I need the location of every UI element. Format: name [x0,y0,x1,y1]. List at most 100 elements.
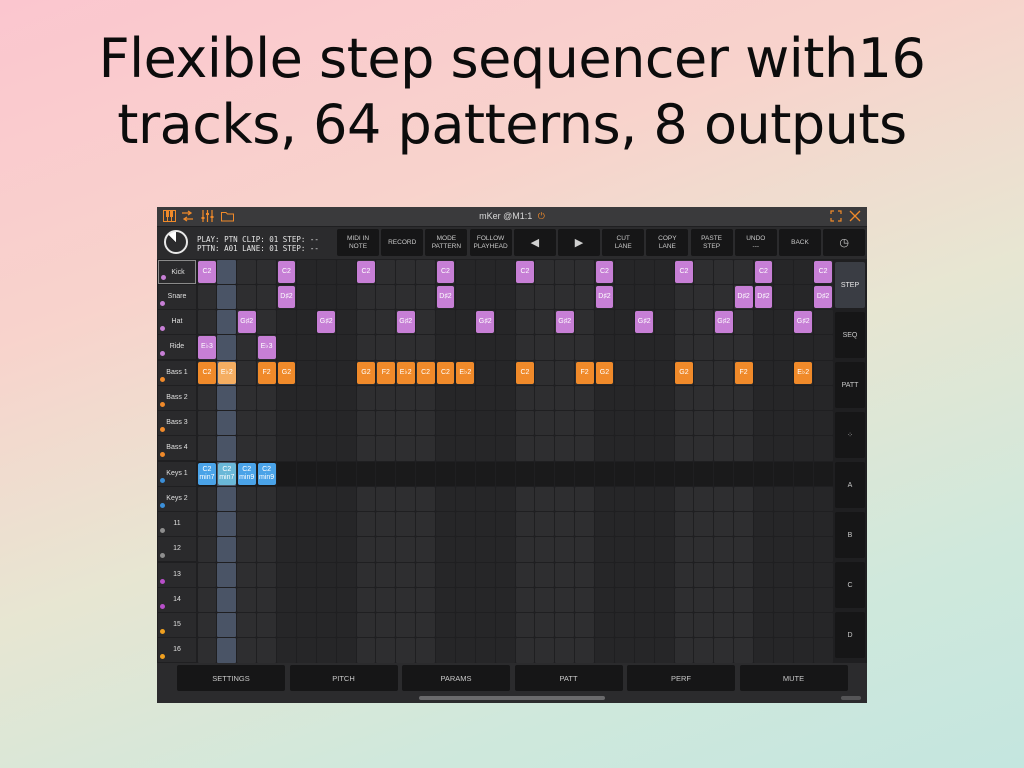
step-cell[interactable] [356,537,376,562]
step-cell[interactable] [436,512,455,537]
step-cell[interactable] [634,512,654,537]
step-cell[interactable] [734,537,753,562]
step-cell[interactable] [376,537,396,562]
note-block[interactable]: G2 [595,361,614,384]
step-cell[interactable] [376,461,396,486]
note-block[interactable]: D♯2 [436,285,455,308]
step-cell[interactable] [535,613,555,638]
step-cell[interactable] [694,284,714,309]
step-cell[interactable] [217,310,237,335]
note-block[interactable]: C2 min7 [198,462,216,485]
step-cell[interactable] [296,562,316,587]
step-cell[interactable] [217,613,237,638]
step-cell[interactable] [714,360,734,385]
note-block[interactable]: E♭2 [794,361,813,384]
step-cell[interactable] [475,613,495,638]
note-block[interactable]: C2 [198,361,216,384]
step-cell[interactable] [455,411,475,436]
track-header[interactable]: Snare [158,284,196,309]
step-cell[interactable] [535,284,555,309]
step-cell[interactable] [654,335,674,360]
step-cell[interactable] [694,537,714,562]
step-cell[interactable] [436,587,455,612]
step-cell[interactable] [197,613,217,638]
step-cell[interactable] [595,461,614,486]
note-block[interactable]: E♭2 [217,361,236,384]
step-cell[interactable] [773,259,793,284]
step-cell[interactable] [257,613,276,638]
step-cell[interactable] [614,360,634,385]
step-cell[interactable] [376,512,396,537]
step-cell[interactable] [237,436,257,461]
step-cell[interactable] [793,259,813,284]
step-cell[interactable] [376,335,396,360]
step-cell[interactable] [316,411,336,436]
step-cell[interactable] [813,638,833,663]
step-cell[interactable] [515,411,535,436]
step-cell[interactable] [595,587,614,612]
step-cell[interactable] [197,587,217,612]
seq-mode-button[interactable]: SEQ [835,312,865,358]
step-cell[interactable] [396,587,416,612]
step-cell[interactable] [237,587,257,612]
step-cell[interactable] [396,385,416,410]
note-block[interactable]: C2 [516,260,534,283]
step-cell[interactable] [634,436,654,461]
step-cell[interactable] [455,335,475,360]
step-cell[interactable] [436,385,455,410]
step-cell[interactable] [674,638,694,663]
step-cell[interactable] [455,537,475,562]
step-cell[interactable] [316,385,336,410]
note-block[interactable]: D♯2 [277,285,296,308]
step-cell[interactable] [237,537,257,562]
track-header[interactable]: Bass 1 [158,360,196,385]
step-cell[interactable] [654,411,674,436]
step-cell[interactable] [714,335,734,360]
record-button[interactable]: RECORD [381,229,424,256]
track-header[interactable]: 15 [158,613,196,637]
step-cell[interactable] [257,512,276,537]
step-cell[interactable] [515,587,535,612]
paste-step-button[interactable]: PASTE STEP [690,229,733,256]
step-cell[interactable] [714,613,734,638]
step-cell[interactable] [436,638,455,663]
step-cell[interactable] [793,385,813,410]
step-cell[interactable] [237,284,257,309]
note-block[interactable]: C2 [277,260,296,283]
note-block[interactable]: G♯2 [714,311,733,334]
step-cell[interactable] [396,512,416,537]
step-cell[interactable] [495,385,515,410]
step-cell[interactable] [674,512,694,537]
step-cell[interactable] [455,587,475,612]
step-cell[interactable] [813,335,833,360]
step-cell[interactable] [296,259,316,284]
step-cell[interactable] [714,512,734,537]
step-cell[interactable] [376,284,396,309]
step-cell[interactable] [555,284,575,309]
step-cell[interactable] [654,259,674,284]
step-cell[interactable] [555,259,575,284]
step-cell[interactable] [694,360,714,385]
step-cell[interactable] [316,486,336,511]
step-cell[interactable] [754,310,773,335]
cut-lane-button[interactable]: CUT LANE [602,229,645,256]
step-cell[interactable] [754,587,773,612]
step-cell[interactable] [535,638,555,663]
step-cell[interactable] [316,587,336,612]
note-block[interactable]: D♯2 [814,285,832,308]
step-cell[interactable] [555,411,575,436]
step-cell[interactable] [197,284,217,309]
step-cell[interactable] [694,562,714,587]
track-header[interactable]: 16 [158,638,196,663]
step-cell[interactable] [296,436,316,461]
step-cell[interactable] [575,310,594,335]
step-cell[interactable] [773,411,793,436]
step-cell[interactable] [257,638,276,663]
step-cell[interactable] [475,360,495,385]
step-cell[interactable] [336,284,356,309]
step-cell[interactable] [237,360,257,385]
step-cell[interactable] [416,613,435,638]
step-cell[interactable] [813,310,833,335]
settings-tab[interactable]: SETTINGS [177,665,285,691]
step-cell[interactable] [634,360,654,385]
